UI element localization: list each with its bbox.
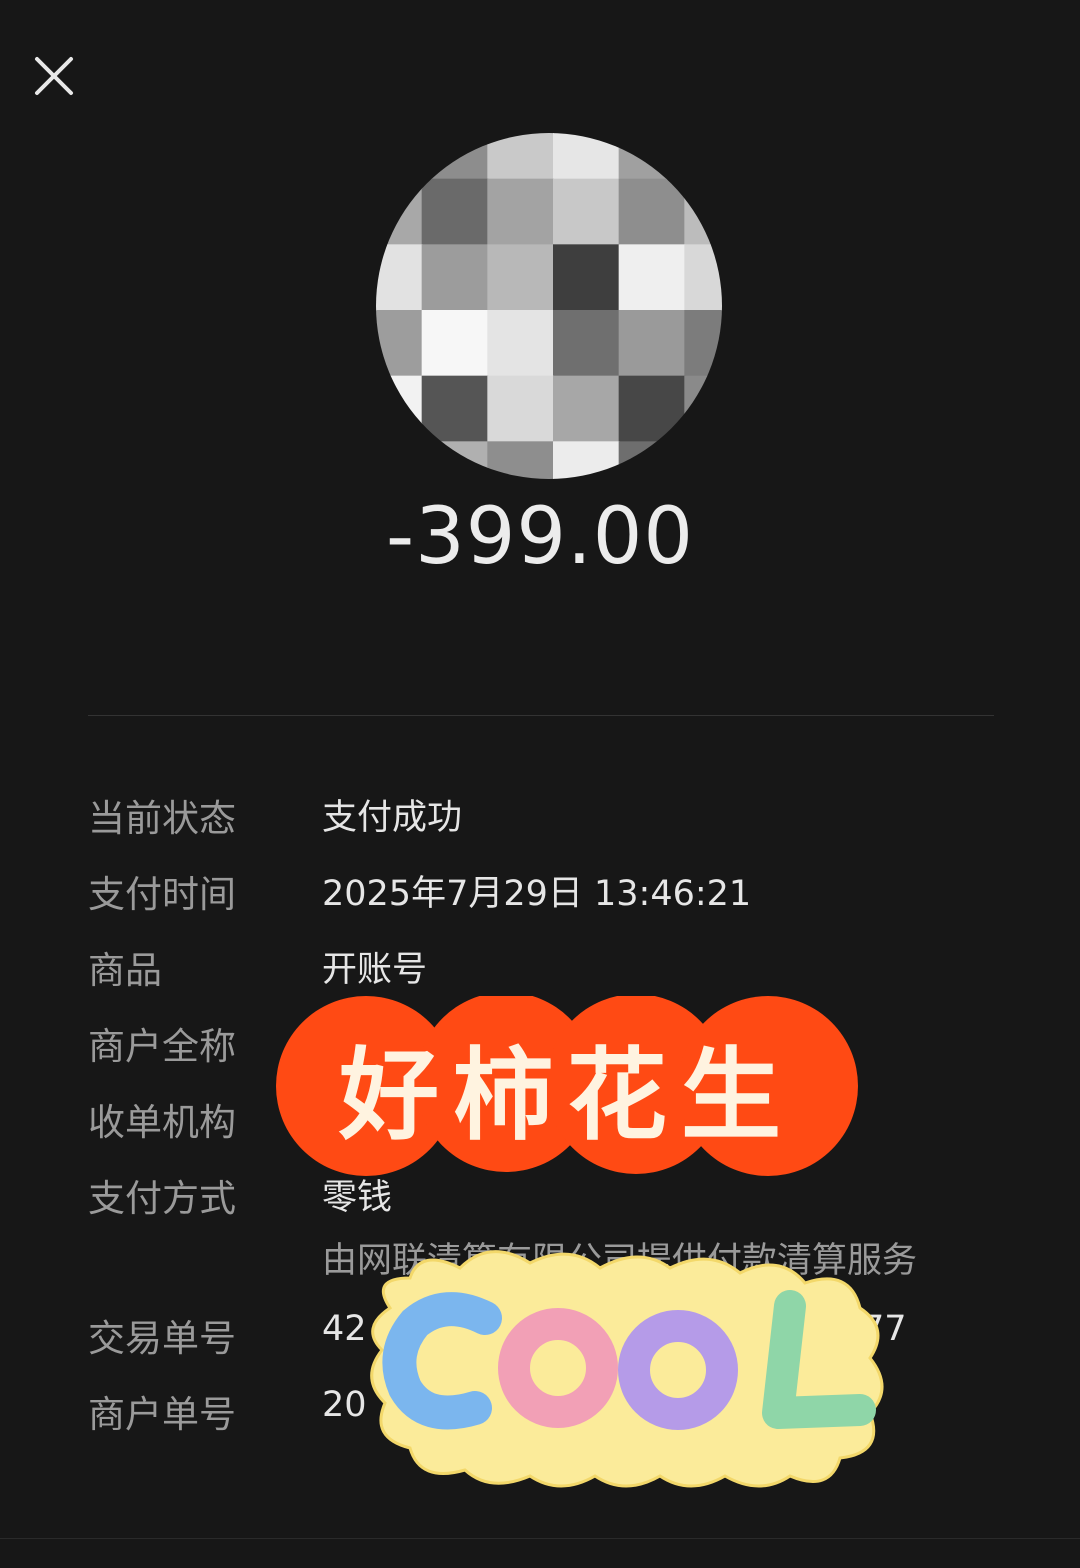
transaction-id-label: 交易单号 — [88, 1317, 236, 1360]
close-icon — [35, 57, 73, 95]
status-label: 当前状态 — [88, 797, 236, 840]
pay-time-value: 2025年7月29日 13:46:21 — [322, 874, 752, 914]
merchant-avatar — [376, 133, 722, 479]
divider — [88, 715, 994, 716]
merchant-name-label: 商户全称 — [88, 1025, 236, 1068]
product-value: 开账号 — [322, 950, 428, 990]
status-value: 支付成功 — [322, 798, 463, 838]
bottom-divider — [0, 1538, 1080, 1539]
pay-time-label: 支付时间 — [88, 873, 236, 916]
pay-method-value: 零钱 — [322, 1178, 393, 1218]
merchant-order-label: 商户单号 — [88, 1393, 236, 1436]
pay-method-label: 支付方式 — [88, 1177, 236, 1220]
peanut-sticker-text: 好柿花生 — [339, 1035, 795, 1154]
peanut-sticker: 好柿花生 — [276, 996, 858, 1176]
product-label: 商品 — [88, 949, 162, 992]
cool-sticker — [360, 1238, 894, 1496]
transaction-amount: -399.00 — [385, 492, 695, 582]
acquirer-label: 收单机构 — [88, 1101, 236, 1144]
close-button[interactable] — [30, 52, 78, 100]
